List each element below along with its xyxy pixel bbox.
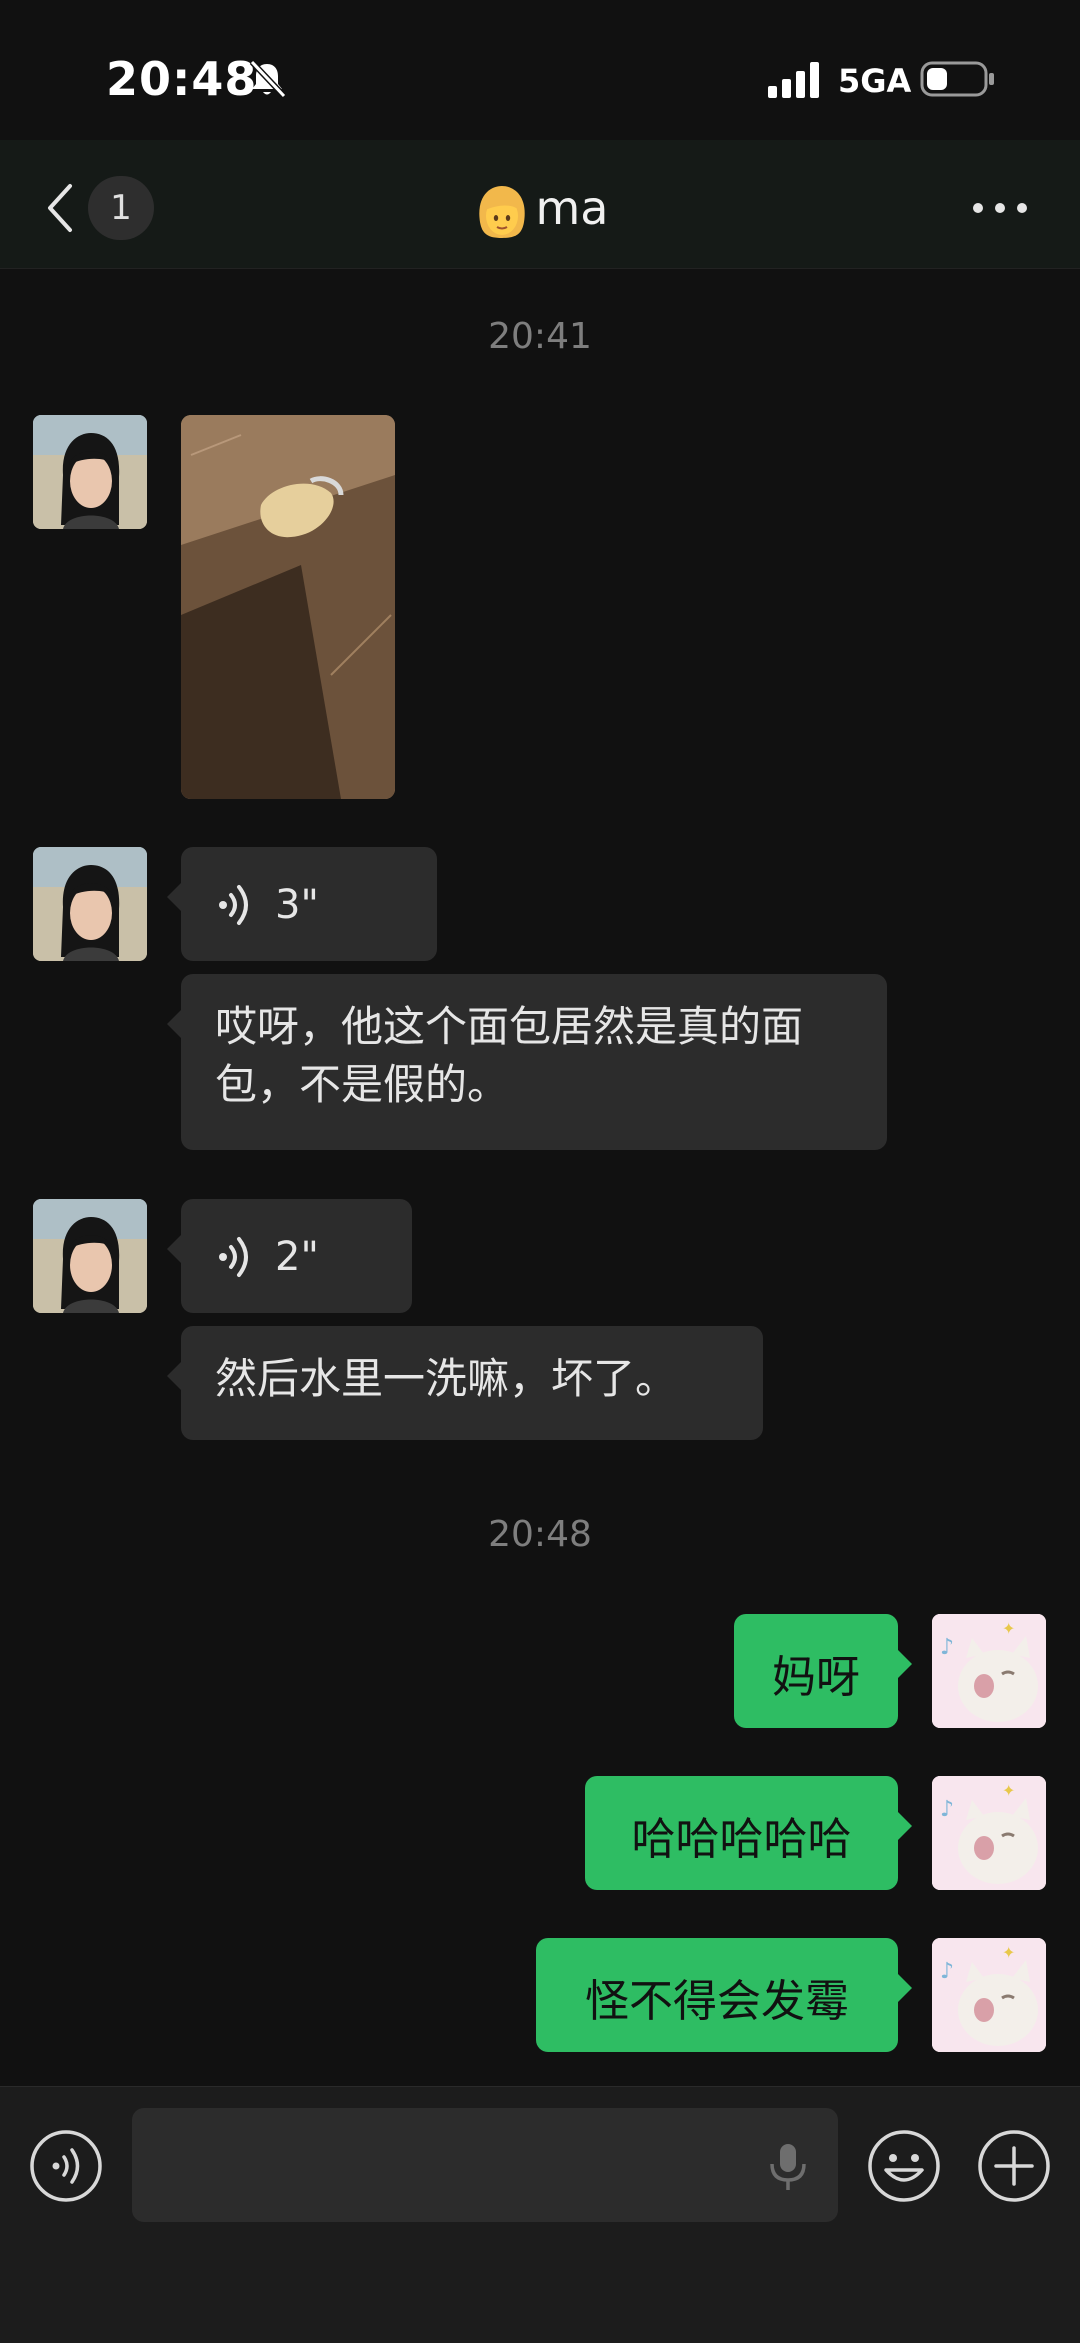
text-message-bubble[interactable]: 哎呀，他这个面包居然是真的面包，不是假的。	[167, 974, 887, 1150]
svg-text:♪: ♪	[940, 1797, 954, 1822]
add-more-icon[interactable]	[976, 2128, 1052, 2204]
microphone-icon[interactable]	[766, 2142, 810, 2192]
svg-text:✦: ✦	[1002, 1781, 1015, 1800]
emoji-icon[interactable]	[866, 2128, 942, 2204]
text-message-bubble[interactable]: 然后水里一洗嘛，坏了。	[167, 1326, 763, 1440]
chat-title[interactable]: ma	[0, 176, 1080, 242]
message-text: 哈哈哈哈哈	[631, 1814, 852, 1865]
sent-message-bubble[interactable]: 哈哈哈哈哈	[585, 1776, 912, 1890]
sent-message-bubble[interactable]: 妈呀	[734, 1614, 912, 1728]
battery-icon	[920, 61, 994, 97]
chat-title-text: ma	[535, 181, 609, 235]
message-text: 哎呀，他这个面包居然是真的面包，不是假的。	[215, 1002, 804, 1109]
friend-avatar[interactable]	[33, 415, 147, 529]
self-avatar[interactable]: ♪ ✦	[932, 1938, 1046, 2052]
network-type: 5GA	[838, 62, 912, 100]
timestamp: 20:48	[488, 1514, 592, 1555]
voice-message-bubble[interactable]: 3"	[167, 847, 437, 961]
svg-text:✦: ✦	[1002, 1619, 1015, 1638]
message-text: 然后水里一洗嘛，坏了。	[215, 1354, 678, 1403]
self-avatar[interactable]: ♪ ✦	[932, 1614, 1046, 1728]
svg-text:♪: ♪	[940, 1959, 954, 1984]
voice-wave-icon	[219, 1237, 248, 1277]
more-options-icon[interactable]	[972, 198, 1028, 218]
timestamp: 20:41	[488, 316, 592, 357]
friend-avatar-image	[33, 415, 147, 529]
cat-avatar-image: ♪ ✦	[932, 1938, 1046, 2052]
friend-avatar[interactable]	[33, 1199, 147, 1313]
voice-wave-icon	[219, 885, 248, 925]
friend-avatar-image	[33, 1199, 147, 1313]
voice-input-toggle-icon[interactable]	[28, 2128, 104, 2204]
voice-duration: 2"	[275, 1234, 319, 1280]
voice-duration: 3"	[275, 882, 319, 928]
woman-emoji-icon	[478, 185, 525, 238]
photo-message[interactable]	[181, 415, 395, 799]
svg-text:♪: ♪	[940, 1635, 954, 1660]
svg-text:✦: ✦	[1002, 1943, 1015, 1962]
cellular-signal-icon	[768, 62, 819, 98]
bread-photo-image	[181, 415, 395, 799]
cat-avatar-image: ♪ ✦	[932, 1776, 1046, 1890]
message-text: 妈呀	[772, 1652, 860, 1703]
status-time: 20:48	[106, 52, 258, 106]
self-avatar[interactable]: ♪ ✦	[932, 1776, 1046, 1890]
bell-muted-icon	[249, 59, 287, 99]
message-text: 怪不得会发霉	[585, 1976, 849, 2027]
friend-avatar[interactable]	[33, 847, 147, 961]
friend-avatar-image	[33, 847, 147, 961]
sent-message-bubble[interactable]: 怪不得会发霉	[536, 1938, 912, 2052]
voice-message-bubble[interactable]: 2"	[167, 1199, 412, 1313]
message-input[interactable]	[132, 2108, 838, 2222]
cat-avatar-image: ♪ ✦	[932, 1614, 1046, 1728]
